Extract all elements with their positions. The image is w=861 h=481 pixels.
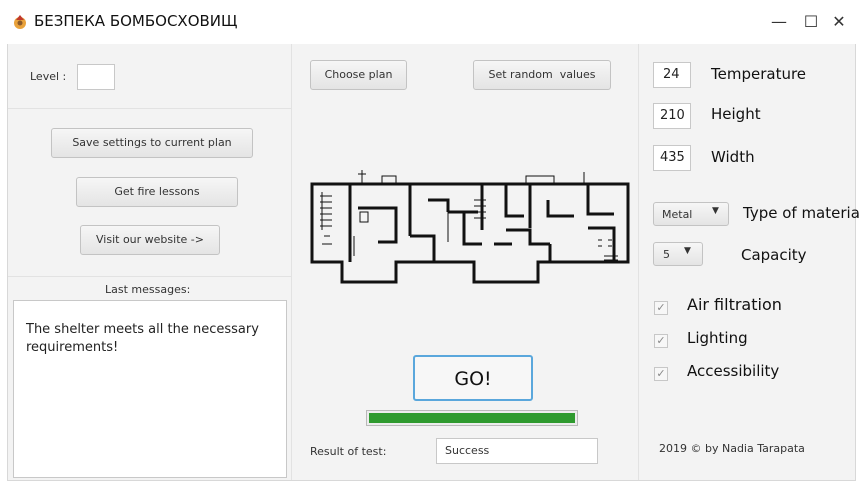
material-select[interactable]: Metal ▼ [653,202,729,226]
save-settings-button[interactable]: Save settings to current plan [51,128,253,158]
messages-header: Last messages: [105,283,191,296]
level-input[interactable] [77,64,115,90]
set-random-values-button[interactable]: Set random values [473,60,611,90]
capacity-label: Capacity [741,246,807,264]
messages-area[interactable]: The shelter meets all the necessary requ… [13,300,287,478]
capacity-select[interactable]: 5 ▼ [653,242,703,266]
width-label: Width [711,148,755,166]
temperature-input[interactable]: 24 [653,62,691,88]
window-title: БЕЗПЕКА БОМБОСХОВИЩ [34,12,238,30]
choose-plan-button[interactable]: Choose plan [310,60,407,90]
progress-bar [366,410,578,426]
chevron-down-icon: ▼ [684,246,691,256]
maximize-icon: ☐ [803,12,819,31]
lighting-label: Lighting [687,329,748,347]
height-input[interactable]: 210 [653,103,691,129]
height-label: Height [711,105,761,123]
checkmark-icon: ✓ [656,334,666,347]
checkmark-icon: ✓ [656,301,666,314]
accessibility-checkbox[interactable]: ✓ [654,367,668,381]
maximize-button[interactable]: ☐ [776,10,818,34]
visit-website-button[interactable]: Visit our website -> [80,225,220,255]
message-text: The shelter meets all the necessary requ… [26,322,259,355]
checkmark-icon: ✓ [656,367,666,380]
close-button[interactable]: ✕ [824,10,854,34]
floor-plan[interactable] [298,156,634,286]
capacity-value: 5 [663,248,670,261]
material-value: Metal [662,208,693,221]
fire-lessons-button[interactable]: Get fire lessons [76,177,238,207]
title-bar: БЕЗПЕКА БОМБОСХОВИЩ — ☐ ✕ [0,0,861,44]
material-label: Type of material [743,204,861,222]
air-filtration-checkbox[interactable]: ✓ [654,301,668,315]
main-window: Level : Save settings to current plan Ge… [7,44,861,481]
left-mid-divider [8,276,291,277]
copyright-footer: 2019 © by Nadia Tarapata [659,442,805,455]
progress-bar-fill [369,413,575,423]
level-label: Level : [30,70,67,83]
right-divider [638,44,639,480]
left-divider [291,44,292,480]
result-field[interactable]: Success [436,438,598,464]
app-icon [14,15,26,29]
result-label: Result of test: [310,445,387,458]
close-icon: ✕ [832,12,846,31]
accessibility-label: Accessibility [687,362,780,380]
temperature-label: Temperature [711,65,807,83]
left-top-divider [8,108,291,109]
lighting-checkbox[interactable]: ✓ [654,334,668,348]
width-input[interactable]: 435 [653,145,691,171]
go-button[interactable]: GO! [413,355,533,401]
chevron-down-icon: ▼ [712,206,719,216]
air-filtration-label: Air filtration [687,295,782,314]
